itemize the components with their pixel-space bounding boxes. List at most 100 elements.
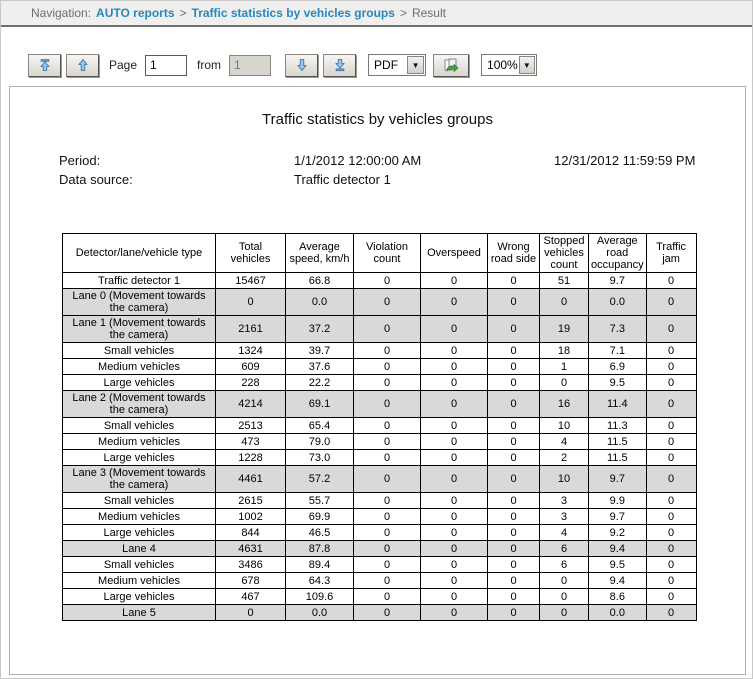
cell-value: 0 [420,342,488,359]
table-row: Medium vehicles 473 79.0 0 0 0 4 11.5 0 [62,433,697,450]
cell-value: 9.5 [588,556,647,573]
table-row: Traffic detector 1 15467 66.8 0 0 0 51 9.7 0 [62,272,697,289]
table-row: Large vehicles 228 22.2 0 0 0 0 9.5 0 [62,374,697,391]
cell-value: 473 [215,433,286,450]
cell-value: 0 [420,358,488,375]
cell-value: 16 [539,390,589,418]
cell-value: 0 [353,342,421,359]
total-pages-field [229,54,272,76]
data-source-label: Data source: [59,172,133,187]
cell-value: 0 [645,417,697,434]
cell-value: 0 [487,492,540,509]
page-number-input[interactable] [145,54,188,76]
cell-value: 0 [353,358,421,375]
cell-value: 609 [215,358,286,375]
cell-value: 0 [645,449,697,466]
cell-value: 0 [487,556,540,573]
cell-value: 1 [539,358,589,375]
cell-value: 55.7 [285,492,354,509]
row-label: Small vehicles [62,492,216,509]
cell-value: 0 [645,492,697,509]
cell-value: 0.0 [588,604,647,621]
previous-page-button[interactable] [66,53,99,77]
cell-value: 0 [353,465,421,493]
cell-value: 1228 [215,449,286,466]
table-row: Small vehicles 2615 55.7 0 0 0 3 9.9 0 [62,492,697,509]
cell-value: 0 [420,588,488,605]
first-page-button[interactable] [28,53,61,77]
cell-value: 0 [420,433,488,450]
table-header-row: Detector/lane/vehicle type Total vehicles… [62,233,697,273]
row-label: Large vehicles [62,374,216,391]
cell-value: 0 [353,315,421,343]
cell-value: 2 [539,449,589,466]
zoom-level-select[interactable]: 100% ▼ [481,54,538,76]
next-page-button[interactable] [285,53,319,77]
cell-value: 9.9 [588,492,647,509]
breadcrumb-label: Navigation: [31,6,92,20]
row-label: Large vehicles [62,449,216,466]
table-row: Medium vehicles 1002 69.9 0 0 0 3 9.7 0 [62,508,697,525]
cell-value: 0 [420,315,488,343]
column-header: Detector/lane/vehicle type [62,233,216,273]
cell-value: 0 [420,374,488,391]
cell-value: 0 [645,272,697,289]
cell-value: 228 [215,374,286,391]
row-label: Medium vehicles [62,433,216,450]
cell-value: 0 [353,272,421,289]
last-page-button[interactable] [323,53,357,77]
cell-value: 0 [420,540,488,557]
breadcrumb-auto-reports[interactable]: AUTO reports [96,6,174,20]
column-header: Total vehicles [215,233,286,273]
cell-value: 79.0 [285,433,354,450]
cell-value: 10 [539,465,589,493]
row-label: Lane 1 (Movement towards the camera) [62,315,216,343]
row-label: Traffic detector 1 [62,272,216,289]
table-row: Medium vehicles 678 64.3 0 0 0 0 9.4 0 [62,572,697,589]
cell-value: 0 [420,288,488,316]
cell-value: 0 [420,556,488,573]
breadcrumb-report-name[interactable]: Traffic statistics by vehicles groups [192,6,395,20]
cell-value: 0 [645,556,697,573]
page-label: Page [109,58,138,72]
cell-value: 0 [420,492,488,509]
down-arrow-icon [296,59,307,72]
cell-value: 37.6 [285,358,354,375]
up-arrow-icon [77,58,88,71]
column-header: Traffic jam [645,233,697,273]
table-row: Large vehicles 844 46.5 0 0 0 4 9.2 0 [62,524,697,541]
table-row: Lane 0 (Movement towards the camera) 0 0.0… [62,288,697,316]
report-table: Detector/lane/vehicle type Total vehicles… [62,233,697,621]
row-label: Lane 4 [62,540,216,557]
cell-value: 0 [420,465,488,493]
table-row: Lane 4 4631 87.8 0 0 0 6 9.4 0 [62,540,697,557]
row-label: Lane 0 (Movement towards the camera) [62,288,216,316]
cell-value: 6 [539,540,589,557]
export-format-select[interactable]: PDF ▼ [368,54,427,76]
cell-value: 4631 [215,540,286,557]
cell-value: 8.6 [588,588,647,605]
cell-value: 1002 [215,508,286,525]
cell-value: 0 [487,449,540,466]
cell-value: 9.4 [588,572,647,589]
cell-value: 0 [487,465,540,493]
report-page: Traffic statistics by vehicles groups Pe… [9,86,746,675]
table-row: Large vehicles 1228 73.0 0 0 0 2 11.5 0 [62,449,697,466]
row-label: Large vehicles [62,524,216,541]
cell-value: 0 [353,588,421,605]
cell-value: 0 [487,390,540,418]
row-label: Small vehicles [62,342,216,359]
cell-value: 15467 [215,272,286,289]
column-header: Wrong road side [487,233,540,273]
column-header: Overspeed [420,233,488,273]
cell-value: 18 [539,342,589,359]
cell-value: 0 [215,604,286,621]
report-title: Traffic statistics by vehicles groups [262,111,493,128]
table-row: Lane 3 (Movement towards the camera) 4461… [62,465,697,493]
cell-value: 9.4 [588,540,647,557]
cell-value: 87.8 [285,540,354,557]
row-label: Large vehicles [62,588,216,605]
cell-value: 22.2 [285,374,354,391]
cell-value: 0 [353,288,421,316]
export-button[interactable] [433,53,470,77]
